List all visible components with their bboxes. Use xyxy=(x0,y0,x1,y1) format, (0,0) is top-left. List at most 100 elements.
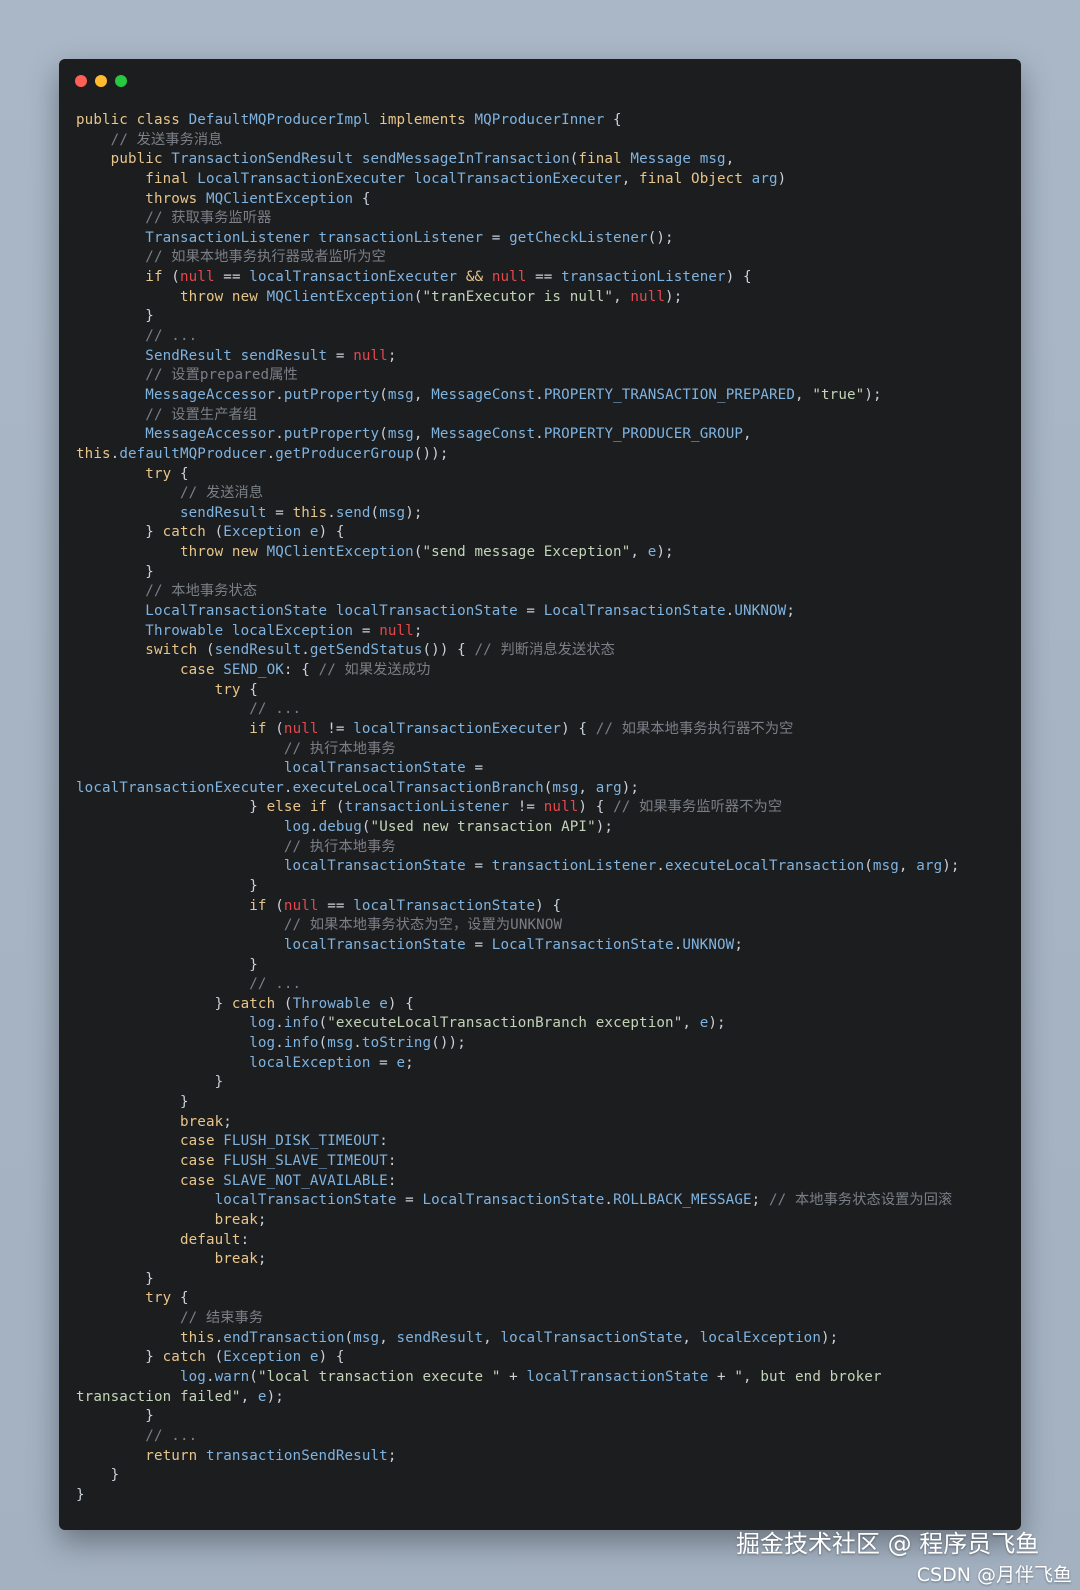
code-token: . xyxy=(266,445,276,462)
code-token: localTransactionExecuter xyxy=(76,779,284,796)
close-dot-icon[interactable] xyxy=(75,75,87,87)
code-token: } xyxy=(76,1486,85,1503)
code-token: MQClientException xyxy=(266,544,414,561)
code-token: "Used new transaction API" xyxy=(370,819,596,836)
code-token: if xyxy=(145,269,172,286)
code-token: ()); xyxy=(431,1035,466,1052)
code-token: , xyxy=(621,170,640,187)
code-line: transaction failed", e); xyxy=(76,1388,1011,1408)
code-token: { xyxy=(179,1290,189,1307)
code-line: this.endTransaction(msg, sendResult, loc… xyxy=(76,1329,1011,1349)
code-line: // ... xyxy=(76,700,1011,720)
code-token: : xyxy=(240,1231,250,1248)
code-token: , xyxy=(413,426,432,443)
code-token: // 设置prepared属性 xyxy=(145,367,298,384)
code-token: localException xyxy=(231,622,362,639)
code-token: ( xyxy=(249,1369,258,1385)
code-token: ; xyxy=(387,347,397,364)
code-token: LocalTransactionState xyxy=(543,603,726,620)
code-token: switch xyxy=(145,642,206,659)
code-token: throw new xyxy=(179,288,267,305)
code-token: msg xyxy=(353,1329,380,1346)
code-token: . xyxy=(283,779,293,796)
code-token: transactionSendResult xyxy=(205,1447,388,1464)
watermark-csdn: CSDN @月伴飞鱼 xyxy=(916,1564,1072,1586)
code-line: try { xyxy=(76,465,1011,485)
code-token: arg xyxy=(916,858,943,875)
code-line: public TransactionSendResult sendMessage… xyxy=(76,150,1011,170)
code-token: MessageAccessor xyxy=(145,386,276,403)
code-token: MQClientException xyxy=(266,288,414,305)
code-token: ) { xyxy=(387,995,414,1012)
code-line: log.info("executeLocalTransactionBranch … xyxy=(76,1014,1011,1034)
code-token: MessageConst xyxy=(431,386,536,403)
code-token: + xyxy=(509,1369,527,1385)
maximize-dot-icon[interactable] xyxy=(115,75,127,87)
code-token: = xyxy=(474,936,492,953)
code-line: localException = e; xyxy=(76,1054,1011,1074)
code-token: putProperty xyxy=(283,426,380,443)
code-token: putProperty xyxy=(283,386,380,403)
code-token: ); xyxy=(621,779,640,796)
code-token: // ... xyxy=(249,701,302,718)
code-token: ) { xyxy=(318,1349,345,1366)
code-token: == xyxy=(223,269,250,286)
code-line: // 如果本地事务执行器或者监听为空 xyxy=(76,248,1011,268)
code-token: localTransactionExecuter xyxy=(353,720,562,737)
code-token: } xyxy=(145,563,154,580)
minimize-dot-icon[interactable] xyxy=(95,75,107,87)
code-token: MessageConst xyxy=(431,426,536,443)
code-token: log xyxy=(179,1369,206,1385)
code-token: PROPERTY_TRANSACTION_PREPARED xyxy=(543,386,795,403)
code-token: UNKNOW xyxy=(734,603,787,620)
code-token: case xyxy=(179,1152,224,1169)
code-token: } xyxy=(145,1270,154,1287)
code-token: } xyxy=(145,524,163,541)
code-token: , xyxy=(725,151,735,168)
code-token: TransactionSendResult xyxy=(171,151,362,168)
code-token: ; xyxy=(734,936,744,953)
code-line: // ... xyxy=(76,1427,1011,1447)
code-token: ; xyxy=(413,622,423,639)
code-token: // 如果发送成功 xyxy=(318,661,431,678)
code-line: throw new MQClientException("tranExecuto… xyxy=(76,288,1011,308)
code-token: Exception xyxy=(223,524,310,541)
code-token: + xyxy=(717,1369,735,1385)
code-token: { xyxy=(613,112,622,128)
code-token: localException xyxy=(249,1054,380,1071)
code-token: localException xyxy=(699,1329,821,1346)
code-token: Throwable xyxy=(145,622,232,639)
code-token: . xyxy=(604,1192,614,1209)
code-token: : { xyxy=(283,661,319,678)
code-token: sendMessageInTransaction xyxy=(361,151,570,168)
code-line: } xyxy=(76,1073,1011,1093)
code-token: if xyxy=(249,897,276,914)
code-line: try { xyxy=(76,681,1011,701)
code-line: log.debug("Used new transaction API"); xyxy=(76,818,1011,838)
code-token: ); xyxy=(708,1015,726,1032)
code-token: . xyxy=(535,426,544,443)
code-line: TransactionListener transactionListener … xyxy=(76,229,1011,249)
code-token: FLUSH_SLAVE_TIMEOUT xyxy=(223,1152,388,1169)
code-token: arg xyxy=(595,779,622,796)
code-token: = xyxy=(474,858,492,875)
code-token: throw new xyxy=(179,544,267,561)
code-token: LocalTransactionState xyxy=(145,603,336,620)
code-token: ); xyxy=(864,386,882,403)
code-token: this xyxy=(76,445,111,462)
code-token: ) { xyxy=(535,897,562,914)
